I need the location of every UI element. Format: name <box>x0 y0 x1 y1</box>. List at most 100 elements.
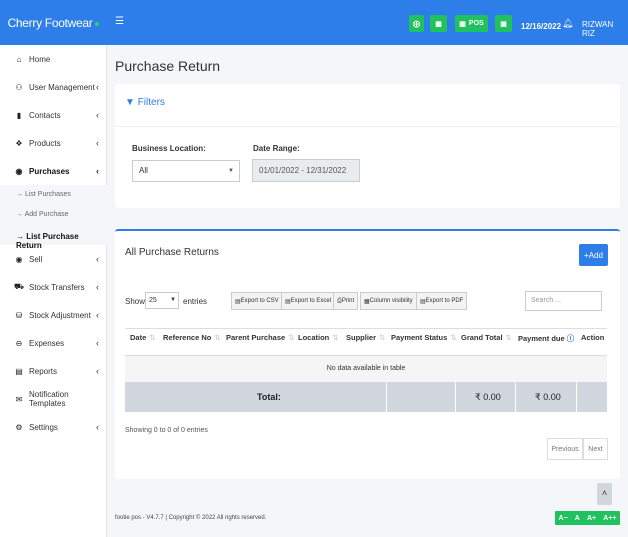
pos-icon: ▦ <box>459 20 466 28</box>
col-supplier[interactable]: Supplier ⇅ <box>346 333 385 342</box>
date-range-label: Date Range: <box>253 144 300 153</box>
add-circle-button[interactable]: ⨁ <box>409 15 424 32</box>
export-pdf-button[interactable]: ▤ Export to PDF <box>416 292 468 310</box>
business-location-select[interactable]: All ▼ <box>132 160 240 182</box>
font-decrease-button[interactable]: A− <box>559 515 568 522</box>
cubes-icon: ❖ <box>15 138 23 148</box>
subitem-label: List Purchases <box>24 191 71 198</box>
caret-down-icon: ▼ <box>170 297 176 303</box>
col-reference-no[interactable]: Reference No ⇅ <box>163 333 221 342</box>
sidebar-item-user-management[interactable]: ⚇ User Management ‹ <box>0 78 107 96</box>
hamburger-icon[interactable]: ☰ <box>115 16 124 27</box>
font-reset-button[interactable]: A <box>575 515 580 522</box>
font-increase-more-button[interactable]: A++ <box>603 515 616 522</box>
page-title: Purchase Return <box>115 58 221 74</box>
entries-label: entries <box>183 297 208 306</box>
sidebar-item-expenses[interactable]: ⊖ Expenses ‹ <box>0 334 107 352</box>
font-increase-button[interactable]: A+ <box>587 515 596 522</box>
date-range-input[interactable]: 01/01/2022 - 12/31/2022 <box>252 159 360 182</box>
col-parent-purchase[interactable]: Parent Purchase ⇅ <box>226 333 295 342</box>
sidebar-item-purchases[interactable]: ◉ Purchases ‹ <box>0 162 107 180</box>
add-button[interactable]: + Add <box>579 244 608 266</box>
export-csv-button[interactable]: ▤ Export to CSV <box>231 292 283 310</box>
purchase-returns-card: All Purchase Returns + Add Show 25 ▼ ent… <box>115 229 620 479</box>
col-label: Reference No <box>163 333 212 342</box>
chevron-left-icon: ‹ <box>96 82 99 92</box>
button-label: Export to CSV <box>240 298 279 304</box>
minus-circle-icon: ⊖ <box>15 338 23 348</box>
sidebar-item-label: Stock Adjustment <box>29 310 91 320</box>
chevron-left-icon: ‹ <box>96 282 99 292</box>
button-label: Export to PDF <box>425 298 464 304</box>
next-button[interactable]: Next <box>583 438 608 460</box>
add-label: Add <box>588 250 603 260</box>
card-title: All Purchase Returns <box>125 247 219 258</box>
filter-icon: ▼ <box>125 97 135 108</box>
address-book-icon: ▮ <box>16 110 22 120</box>
sort-icon: ⇅ <box>379 333 386 342</box>
col-payment-due[interactable]: Payment due ⓘ <box>518 333 574 344</box>
sidebar-item-settings[interactable]: ⚙ Settings ‹ <box>0 418 107 436</box>
previous-button[interactable]: Previous <box>547 438 583 460</box>
table-footer-row: Total: ₹ 0.00 ₹ 0.00 <box>125 382 607 412</box>
select-value: All <box>139 166 148 175</box>
bell-icon[interactable]: 🔔︎ <box>562 18 573 29</box>
pos-button[interactable]: ▦ POS <box>455 15 488 32</box>
truck-icon: ⛟ <box>14 282 25 291</box>
sidebar-item-label: Sell <box>29 254 43 264</box>
calculator-button[interactable]: ▦ <box>430 15 447 32</box>
select-value: 25 <box>149 297 157 304</box>
export-excel-button[interactable]: ▤ Export to Excel <box>281 292 336 310</box>
sidebar-item-notification-templates[interactable]: ✉ Notification Templates <box>0 390 107 408</box>
col-location[interactable]: Location ⇅ <box>298 333 339 342</box>
money-icon: ▣ <box>500 20 507 28</box>
print-button[interactable]: ⎙ Print <box>333 292 359 310</box>
cash-register-button[interactable]: ▣ <box>495 15 512 32</box>
button-label: Column visibility <box>369 298 413 304</box>
brand-logo[interactable]: Cherry Footwear <box>0 0 107 45</box>
sidebar-item-products[interactable]: ❖ Products ‹ <box>0 134 107 152</box>
sidebar-item-reports[interactable]: ▤ Reports ‹ <box>0 362 107 380</box>
col-payment-status[interactable]: Payment Status ⇅ <box>391 333 457 342</box>
chevron-down-icon: ‹ <box>96 166 99 176</box>
online-dot-icon <box>95 22 100 26</box>
search-input[interactable]: Search ... <box>525 291 602 311</box>
user-menu[interactable]: RIZWAN RIZ <box>582 20 628 38</box>
sidebar-subitem-add-purchase[interactable]: → Add Purchase <box>16 211 69 218</box>
sidebar-item-stock-adjustment[interactable]: ⛁ Stock Adjustment ‹ <box>0 306 107 324</box>
chevron-left-icon: ‹ <box>96 338 99 348</box>
users-icon: ⚇ <box>15 82 23 92</box>
filters-toggle[interactable]: ▼ Filters <box>125 97 165 108</box>
col-grand-total[interactable]: Grand Total ⇅ <box>461 333 512 342</box>
sidebar-item-sell[interactable]: ◉ Sell ‹ <box>0 250 107 268</box>
sidebar-item-label: Contacts <box>29 110 61 120</box>
sidebar-subitem-list-purchase-return[interactable]: → List Purchase Return <box>16 232 106 250</box>
sidebar-item-home[interactable]: ⌂ Home <box>0 50 107 68</box>
sidebar-item-label: Products <box>29 138 61 148</box>
total-label: Total: <box>257 392 281 402</box>
footer-cell <box>387 382 456 412</box>
sort-icon: ⇅ <box>505 333 512 342</box>
sidebar-item-contacts[interactable]: ▮ Contacts ‹ <box>0 106 107 124</box>
subitem-label: Add Purchase <box>24 211 69 218</box>
col-date[interactable]: Date ⇅ <box>130 333 156 342</box>
no-data-row: No data available in table <box>125 356 607 382</box>
payment-due-total-value: ₹ 0.00 <box>535 392 561 402</box>
column-visibility-button[interactable]: ▦ Column visibility <box>360 292 417 310</box>
scroll-to-top-button[interactable]: ˄ <box>597 483 612 505</box>
caret-down-icon: ▼ <box>228 168 234 174</box>
info-icon: ⓘ <box>566 334 575 343</box>
sort-icon: ⇅ <box>450 333 457 342</box>
footer-cell <box>125 382 387 412</box>
plus-circle-icon: ⨁ <box>413 20 420 28</box>
chevron-left-icon: ‹ <box>96 422 99 432</box>
sidebar-item-label: Notification Templates <box>28 390 69 408</box>
sidebar-item-stock-transfers[interactable]: ⛟ Stock Transfers ‹ <box>0 278 107 296</box>
business-location-label: Business Location: <box>132 144 206 153</box>
button-label: Export to Excel <box>290 298 332 304</box>
sort-icon: ⇅ <box>332 333 339 342</box>
entries-length-select[interactable]: 25 ▼ <box>145 292 179 309</box>
button-label: Print <box>341 298 355 304</box>
sidebar-subitem-list-purchases[interactable]: → List Purchases <box>16 191 71 198</box>
sidebar-item-label: Expenses <box>29 338 65 348</box>
